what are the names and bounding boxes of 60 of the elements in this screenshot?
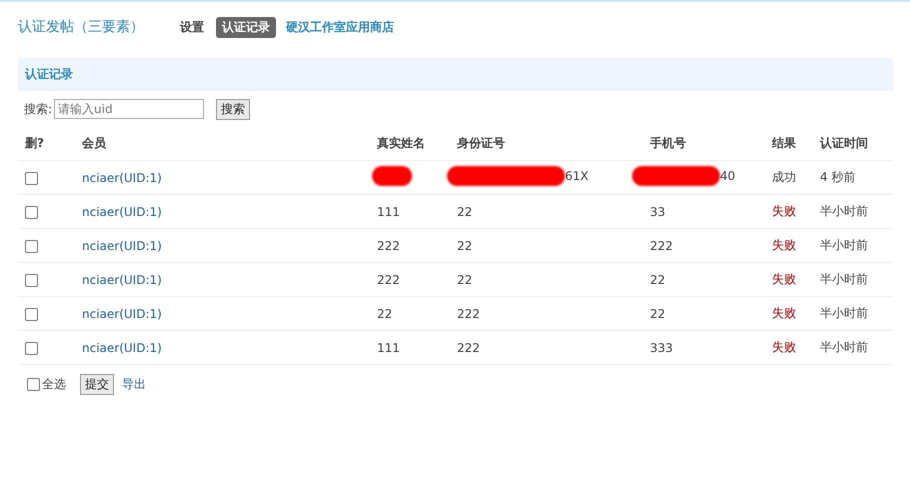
table-cell: 半小时前 xyxy=(820,272,868,286)
result-text: 失败 xyxy=(772,340,796,354)
search-label: 搜索: xyxy=(24,100,52,118)
table-cell: 222 xyxy=(457,340,480,354)
row-checkbox[interactable] xyxy=(25,274,38,287)
member-link[interactable]: nciaer(UID:1) xyxy=(82,170,162,184)
column-header: 会员 xyxy=(82,136,106,150)
result-text: 成功 xyxy=(772,170,796,184)
result-text: 失败 xyxy=(772,272,796,286)
table-cell: 111 xyxy=(377,340,400,354)
row-checkbox[interactable] xyxy=(25,342,38,355)
export-link[interactable]: 导出 xyxy=(122,376,146,393)
table-cell: 22 xyxy=(457,272,472,286)
submit-button[interactable]: 提交 xyxy=(80,374,114,395)
nav-tab[interactable]: 认证记录 xyxy=(216,16,276,38)
member-link[interactable]: nciaer(UID:1) xyxy=(82,238,162,252)
column-header: 结果 xyxy=(772,136,796,150)
table-cell: 333 xyxy=(650,340,673,354)
search-button[interactable]: 搜索 xyxy=(216,98,250,120)
table-cell: 22 xyxy=(457,204,472,218)
table-cell: 222 xyxy=(377,272,400,286)
table-cell: 111 xyxy=(377,204,400,218)
member-link[interactable]: nciaer(UID:1) xyxy=(82,204,162,218)
table-cell: 222 xyxy=(650,238,673,252)
table-cell: 40 xyxy=(720,169,736,183)
table-cell: 22 xyxy=(377,306,392,320)
select-all-checkbox[interactable] xyxy=(27,378,40,391)
member-link[interactable]: nciaer(UID:1) xyxy=(82,306,162,320)
table-cell: 22 xyxy=(650,306,666,320)
table-cell: 半小时前 xyxy=(820,306,868,320)
result-text: 失败 xyxy=(772,306,796,320)
row-checkbox[interactable] xyxy=(25,206,38,219)
table-cell: 222 xyxy=(457,306,480,320)
table-cell: 22 xyxy=(650,272,666,286)
column-header: 真实姓名 xyxy=(377,136,425,150)
table-cell: 半小时前 xyxy=(820,204,868,218)
row-checkbox[interactable] xyxy=(25,308,38,321)
table-cell: 半小时前 xyxy=(820,238,868,252)
member-link[interactable]: nciaer(UID:1) xyxy=(82,272,162,286)
nav-tab[interactable]: 设置 xyxy=(174,16,210,38)
table-cell: 22 xyxy=(457,238,472,252)
nav-link[interactable]: 硬汉工作室应用商店 xyxy=(286,18,394,36)
table-cell: 61X xyxy=(565,169,588,183)
row-checkbox[interactable] xyxy=(25,240,38,253)
result-text: 失败 xyxy=(772,204,796,218)
page-title: 认证发帖（三要素） xyxy=(18,18,144,36)
column-header: 手机号 xyxy=(650,136,686,150)
member-link[interactable]: nciaer(UID:1) xyxy=(82,340,162,354)
table-cell: 33 xyxy=(650,204,666,218)
select-all-label: 全选 xyxy=(42,376,66,393)
row-checkbox[interactable] xyxy=(25,172,38,185)
column-header: 删? xyxy=(25,136,44,150)
table-cell: 4 秒前 xyxy=(820,170,856,184)
result-text: 失败 xyxy=(772,238,796,252)
table-cell: 半小时前 xyxy=(820,340,868,354)
search-field[interactable]: 请输入uid xyxy=(54,99,204,119)
section-title: 认证记录 xyxy=(25,66,73,82)
column-header: 认证时间 xyxy=(820,136,868,150)
table-cell: 222 xyxy=(377,238,400,252)
column-header: 身份证号 xyxy=(457,136,505,150)
